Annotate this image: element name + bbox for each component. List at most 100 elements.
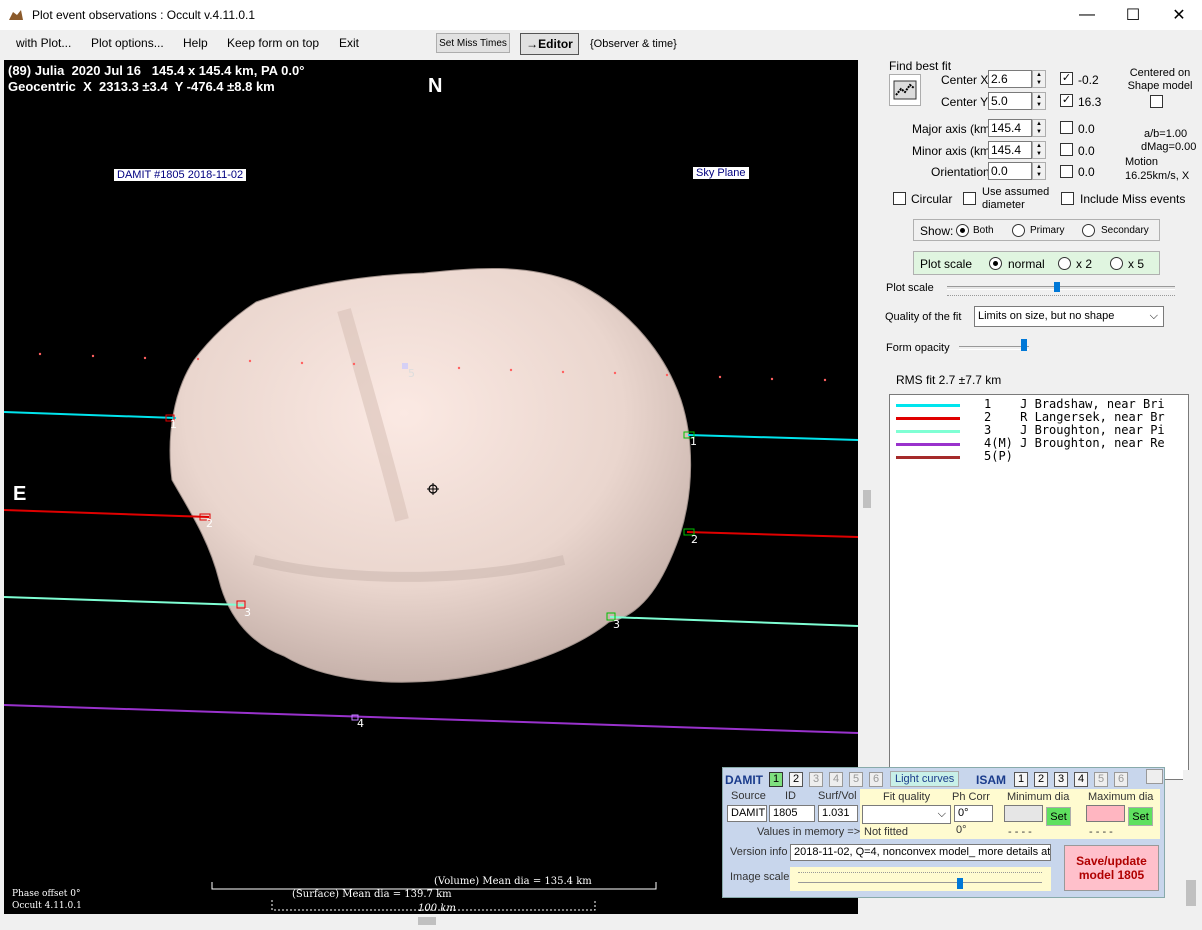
source-label: Source: [731, 790, 766, 802]
max-dia-set-button[interactable]: Set: [1128, 807, 1153, 826]
include-miss-checkbox[interactable]: [1061, 192, 1074, 205]
panel-scrollbar[interactable]: [1183, 770, 1200, 930]
observer-time-label[interactable]: {Observer & time}: [590, 38, 677, 50]
minor-axis-checkbox[interactable]: [1060, 143, 1073, 156]
min-dia-set-button[interactable]: Set: [1046, 807, 1071, 826]
plot-horizontal-scrollbar[interactable]: [4, 914, 858, 929]
save-update-model-button[interactable]: Save/update model 1805: [1064, 845, 1159, 891]
major-axis-checkbox[interactable]: [1060, 121, 1073, 134]
damit-tab-6[interactable]: 6: [869, 772, 883, 787]
scale-x2-label: x 2: [1076, 257, 1093, 271]
fit-quality-select[interactable]: ⌵: [862, 805, 951, 824]
damit-tab-2[interactable]: 2: [789, 772, 803, 787]
scale-normal-radio[interactable]: [989, 257, 1002, 270]
centered-on-shape-checkbox[interactable]: [1150, 95, 1163, 108]
close-button[interactable]: ✕: [1156, 0, 1202, 30]
minor-axis-label: Minor axis (km): [912, 144, 995, 158]
center-x-checkbox[interactable]: ✓: [1060, 72, 1073, 85]
image-scale-slider[interactable]: [790, 867, 1051, 891]
chevron-down-icon: ⌵: [937, 808, 946, 820]
menu-keep-form-on-top[interactable]: Keep form on top: [227, 36, 319, 50]
minor-axis-spinner[interactable]: ▲ ▼: [1032, 141, 1046, 159]
version-info-field[interactable]: 2018-11-02, Q=4, nonconvex model_ more d…: [790, 844, 1051, 861]
observer-row-4[interactable]: 4(M) J Broughton, near Re: [894, 436, 1188, 451]
damit-tab-1[interactable]: 1: [769, 772, 783, 787]
show-secondary-radio[interactable]: [1082, 224, 1095, 237]
scrollbar-thumb[interactable]: [418, 917, 436, 925]
center-y-input[interactable]: 5.0: [988, 92, 1032, 110]
minimize-button[interactable]: —: [1064, 0, 1110, 30]
show-both-label: Both: [973, 225, 994, 236]
ph-corr-field[interactable]: 0°: [954, 805, 993, 822]
editor-button[interactable]: →Editor: [520, 33, 579, 55]
scrollbar-thumb[interactable]: [863, 490, 871, 508]
surfvol-field: 1.031: [818, 805, 858, 822]
min-dia-field[interactable]: [1004, 805, 1043, 822]
minor-axis-input[interactable]: 145.4: [988, 141, 1032, 159]
orientation-checkbox[interactable]: [1060, 165, 1073, 178]
menu-plot-options[interactable]: Plot options...: [91, 36, 164, 50]
set-miss-times-button[interactable]: Set Miss Times: [436, 33, 510, 53]
damit-panel: DAMIT 1 2 3 4 5 6 Light curves ISAM 1 2 …: [722, 767, 1165, 898]
values-in-memory-label: Values in memory =>: [757, 826, 861, 838]
orientation-input[interactable]: 0.0: [988, 162, 1032, 180]
show-primary-radio[interactable]: [1012, 224, 1025, 237]
motion-value: 16.25km/s, X: [1125, 170, 1190, 182]
form-opacity-thumb[interactable]: [1021, 339, 1027, 351]
chord-color-swatch: [896, 456, 960, 459]
menu-help[interactable]: Help: [183, 36, 208, 50]
observer-row-5[interactable]: 5(P): [894, 449, 1188, 464]
isam-tab-6[interactable]: 6: [1114, 772, 1128, 787]
quality-of-fit-value: Limits on size, but no shape: [978, 310, 1115, 322]
plot-scale-slider[interactable]: [947, 286, 1175, 290]
min-dia-label: Minimum dia: [1007, 791, 1070, 803]
use-assumed-checkbox[interactable]: [963, 192, 976, 205]
damit-tab-5[interactable]: 5: [849, 772, 863, 787]
circular-checkbox[interactable]: [893, 192, 906, 205]
scale-x5-radio[interactable]: [1110, 257, 1123, 270]
observer-list[interactable]: 1 J Bradshaw, near Bri 2 R Langersek, ne…: [889, 394, 1189, 780]
orientation-spinner[interactable]: ▲ ▼: [1032, 162, 1046, 180]
show-both-radio[interactable]: [956, 224, 969, 237]
major-axis-label: Major axis (km): [912, 122, 995, 136]
chord-1-east: [687, 434, 858, 441]
scrollbar-thumb[interactable]: [1186, 880, 1196, 906]
quality-of-fit-select[interactable]: Limits on size, but no shape ⌵: [974, 306, 1164, 327]
damit-panel-toggle[interactable]: [1146, 769, 1163, 784]
light-curves-button[interactable]: Light curves: [890, 771, 960, 787]
image-scale-thumb[interactable]: [957, 878, 963, 889]
max-dia-field[interactable]: [1086, 805, 1125, 822]
plot-scale-slider-thumb[interactable]: [1054, 282, 1060, 292]
chord-label-4: 4: [357, 717, 364, 730]
surface-mean-dia: (Surface) Mean dia = 139.7 km: [292, 889, 452, 900]
ph-corr-memory: 0°: [956, 824, 967, 836]
isam-tab-2[interactable]: 2: [1034, 772, 1048, 787]
center-x-input[interactable]: 2.6: [988, 70, 1032, 88]
isam-tab-4[interactable]: 4: [1074, 772, 1088, 787]
form-opacity-slider[interactable]: [959, 346, 1029, 350]
occult-window: Plot event observations : Occult v.4.11.…: [0, 0, 1202, 930]
major-axis-input[interactable]: 145.4: [988, 119, 1032, 137]
isam-tab-3[interactable]: 3: [1054, 772, 1068, 787]
minor-axis-result: 0.0: [1078, 144, 1095, 158]
observer-flag: [991, 397, 1013, 411]
chord-label-1-east: 1: [690, 435, 697, 448]
menu-with-plot[interactable]: with Plot...: [16, 36, 71, 50]
observer-name: J Broughton, near Re: [1020, 436, 1165, 450]
version-info-label: Version info: [730, 846, 788, 858]
title-bar: Plot event observations : Occult v.4.11.…: [0, 0, 1202, 30]
major-axis-spinner[interactable]: ▲ ▼: [1032, 119, 1046, 137]
isam-tab-1[interactable]: 1: [1014, 772, 1028, 787]
maximize-button[interactable]: ☐: [1110, 0, 1156, 30]
menu-exit[interactable]: Exit: [339, 36, 359, 50]
chord-3-west: [4, 596, 245, 606]
find-best-fit-button[interactable]: [889, 74, 921, 106]
center-y-spinner[interactable]: ▲ ▼: [1032, 92, 1046, 110]
damit-tab-3[interactable]: 3: [809, 772, 823, 787]
isam-tab-5[interactable]: 5: [1094, 772, 1108, 787]
chord-1-west: [4, 411, 177, 419]
center-y-checkbox[interactable]: ✓: [1060, 94, 1073, 107]
center-x-spinner[interactable]: ▲ ▼: [1032, 70, 1046, 88]
scale-x2-radio[interactable]: [1058, 257, 1071, 270]
damit-tab-4[interactable]: 4: [829, 772, 843, 787]
